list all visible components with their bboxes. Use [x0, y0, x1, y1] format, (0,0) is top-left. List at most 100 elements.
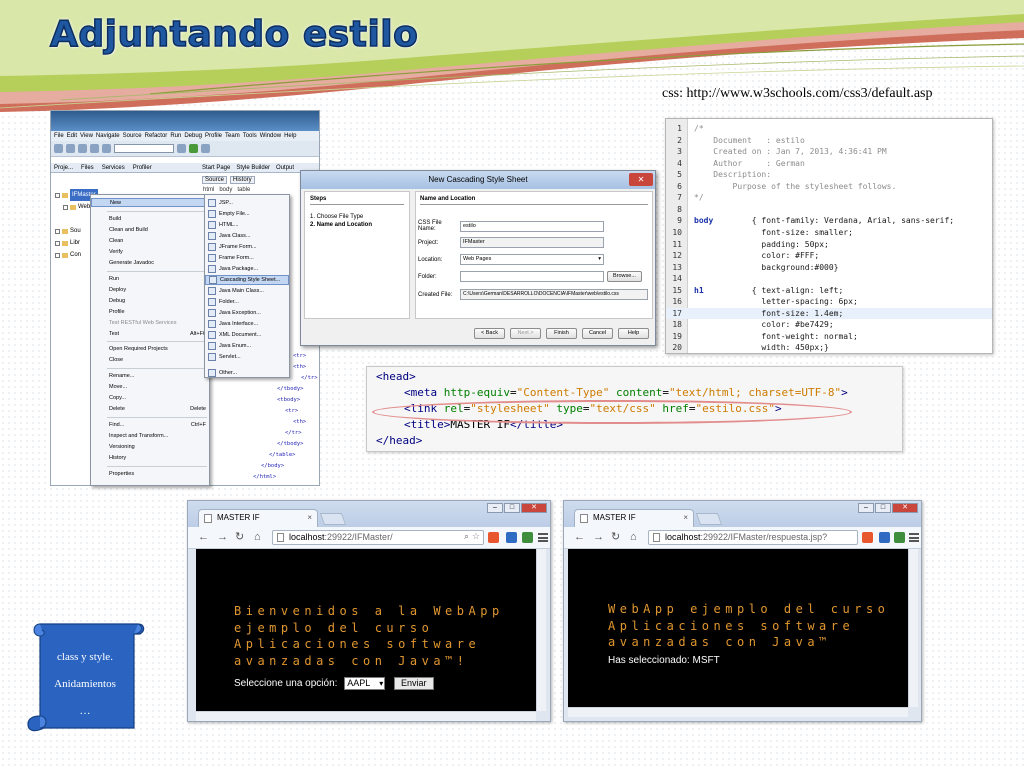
submenu-item[interactable]: Java Interface...: [205, 319, 289, 329]
context-menu-item[interactable]: Open Required Projects: [91, 345, 209, 354]
submenu-item[interactable]: Java Package...: [205, 264, 289, 274]
submenu-item[interactable]: Folder...: [205, 297, 289, 307]
close-window-icon[interactable]: ✕: [892, 503, 918, 513]
submenu-item[interactable]: JFrame Form...: [205, 242, 289, 252]
menu-item[interactable]: Window: [260, 132, 281, 140]
build-icon[interactable]: [177, 144, 186, 153]
panel-tab[interactable]: Profiler: [133, 164, 152, 171]
back-icon[interactable]: ←: [574, 531, 585, 543]
location-select[interactable]: Web Pages ▾: [460, 254, 604, 265]
context-menu-item[interactable]: Clean and Build: [91, 226, 209, 235]
submenu-item[interactable]: Frame Form...: [205, 253, 289, 263]
expand-toggle-icon[interactable]: [55, 192, 60, 198]
context-menu-item[interactable]: Close: [91, 356, 209, 365]
context-menu-item[interactable]: Clean: [91, 237, 209, 246]
submenu-item[interactable]: Cascading Style Sheet...: [205, 275, 289, 285]
menu-item[interactable]: Debug: [184, 132, 202, 140]
editor-subtab[interactable]: History: [230, 176, 255, 184]
panel-tab[interactable]: Services: [102, 164, 125, 171]
reload-icon[interactable]: ↻: [235, 531, 244, 543]
context-menu-item[interactable]: Run: [91, 275, 209, 284]
context-menu-item[interactable]: Inspect and Transform...: [91, 432, 209, 441]
maximize-icon[interactable]: □: [875, 503, 891, 513]
context-menu-item[interactable]: Build: [91, 215, 209, 224]
css-file-name-input[interactable]: estilo: [460, 220, 604, 232]
submenu-item[interactable]: XML Document...: [205, 330, 289, 340]
expand-toggle-icon[interactable]: [55, 240, 60, 246]
horizontal-scrollbar[interactable]: [568, 707, 908, 717]
panel-tab[interactable]: Files: [81, 164, 94, 171]
submenu-item[interactable]: Java Main Class...: [205, 286, 289, 296]
editor-tab[interactable]: Output: [276, 164, 294, 171]
breadcrumb-item[interactable]: table: [237, 187, 250, 193]
context-menu-item[interactable]: Versioning: [91, 443, 209, 452]
vertical-scrollbar[interactable]: [908, 549, 918, 707]
menu-item[interactable]: Run: [170, 132, 181, 140]
back-icon[interactable]: ←: [198, 531, 209, 543]
breadcrumb-item[interactable]: html: [203, 187, 214, 193]
redo-icon[interactable]: [102, 144, 111, 153]
tree-node[interactable]: Libr: [55, 237, 80, 249]
new-file-icon[interactable]: [54, 144, 63, 153]
enviar-button[interactable]: Enviar: [394, 677, 434, 690]
forward-icon[interactable]: →: [593, 531, 604, 543]
breadcrumb-item[interactable]: body: [219, 187, 232, 193]
extension-page-icon[interactable]: [894, 532, 905, 543]
tree-node[interactable]: Sou: [55, 225, 81, 237]
close-icon[interactable]: ×: [683, 510, 688, 526]
maximize-icon[interactable]: □: [504, 503, 520, 513]
reload-icon[interactable]: ↻: [611, 531, 620, 543]
context-menu-item[interactable]: History: [91, 454, 209, 463]
address-bar[interactable]: localhost:29922/IFMaster/ ⌕ ☆: [272, 530, 484, 545]
close-icon[interactable]: ✕: [629, 173, 653, 186]
menu-item[interactable]: Help: [284, 132, 296, 140]
browser-menu-icon[interactable]: [538, 533, 548, 542]
browser-menu-icon[interactable]: [909, 533, 919, 542]
menu-item[interactable]: Navigate: [96, 132, 120, 140]
browse-button[interactable]: Browse...: [607, 271, 642, 282]
close-window-icon[interactable]: ✕: [521, 503, 547, 513]
context-menu-item[interactable]: Move...: [91, 383, 209, 392]
vertical-scrollbar[interactable]: [536, 549, 546, 711]
forward-icon[interactable]: →: [217, 531, 228, 543]
new-tab-button[interactable]: [695, 513, 723, 525]
submenu-item[interactable]: JSP...: [205, 198, 289, 208]
next-button[interactable]: Next >: [510, 328, 541, 339]
context-menu-item[interactable]: Generate Javadoc: [91, 259, 209, 268]
home-icon[interactable]: ⌂: [254, 531, 261, 543]
save-icon[interactable]: [78, 144, 87, 153]
bookmark-star-icon[interactable]: ☆: [472, 530, 480, 543]
expand-toggle-icon[interactable]: [63, 204, 68, 210]
extension-plus-icon[interactable]: [488, 532, 499, 543]
config-select[interactable]: [114, 144, 174, 153]
menu-item[interactable]: File: [54, 132, 64, 140]
menu-item[interactable]: Refactor: [145, 132, 168, 140]
horizontal-scrollbar[interactable]: [196, 711, 536, 721]
minimize-icon[interactable]: –: [858, 503, 874, 513]
run-icon[interactable]: [189, 144, 198, 153]
editor-subtab[interactable]: Source: [202, 176, 228, 184]
submenu-item[interactable]: Java Class...: [205, 231, 289, 241]
stock-select[interactable]: AAPL: [344, 677, 386, 690]
extension-page-icon[interactable]: [522, 532, 533, 543]
extension-monitor-icon[interactable]: [879, 532, 890, 543]
extension-plus-icon[interactable]: [862, 532, 873, 543]
browser-tab[interactable]: MASTER IF ×: [574, 509, 694, 527]
tree-node[interactable]: Con: [55, 249, 81, 261]
submenu-item[interactable]: Other...: [205, 368, 289, 378]
close-icon[interactable]: ×: [307, 510, 312, 526]
submenu-item[interactable]: Servlet...: [205, 352, 289, 362]
context-menu-item[interactable]: Find... Ctrl+F: [91, 421, 209, 430]
context-menu-item[interactable]: Copy...: [91, 394, 209, 403]
context-menu-item[interactable]: Deploy: [91, 286, 209, 295]
context-menu-item[interactable]: Test Alt+F6: [91, 330, 209, 339]
finish-button[interactable]: Finish: [546, 328, 577, 339]
editor-tab[interactable]: Style Builder: [236, 164, 270, 171]
expand-toggle-icon[interactable]: [55, 252, 60, 258]
home-icon[interactable]: ⌂: [630, 531, 637, 543]
css-reference-link[interactable]: css: http://www.w3schools.com/css3/defau…: [662, 86, 933, 102]
editor-tab[interactable]: Start Page: [202, 164, 230, 171]
debug-icon[interactable]: [201, 144, 210, 153]
context-menu-item[interactable]: Profile: [91, 308, 209, 317]
panel-tab[interactable]: Proje...: [54, 164, 73, 171]
